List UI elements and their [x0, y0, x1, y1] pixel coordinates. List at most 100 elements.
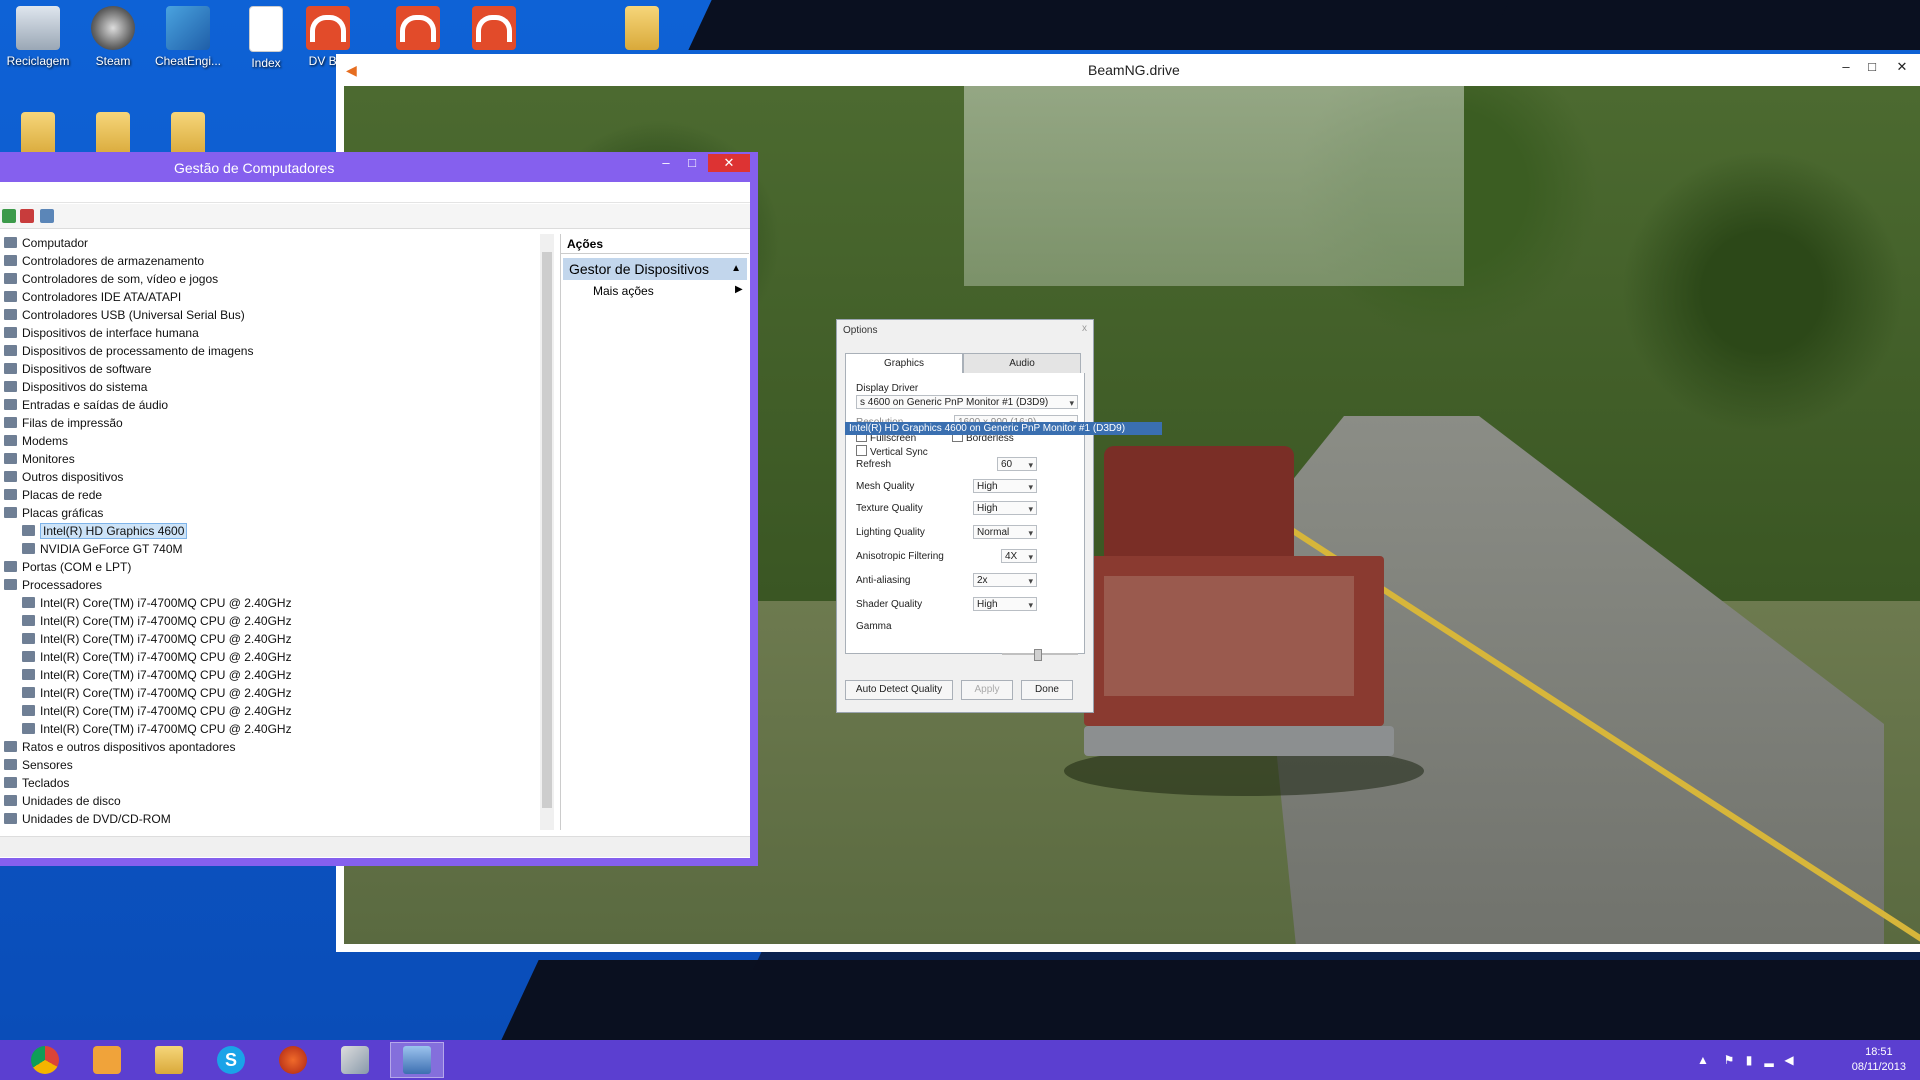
actions-more[interactable]: Mais ações ▶: [593, 284, 743, 298]
desktop-icon-index[interactable]: Index: [230, 2, 302, 70]
truck-bumper: [1084, 726, 1394, 756]
tree-category-item[interactable]: Dispositivos de interface humana: [4, 324, 199, 342]
tree-child-item[interactable]: Intel(R) Core(TM) i7-4700MQ CPU @ 2.40GH…: [22, 612, 292, 630]
tree-child-item[interactable]: NVIDIA GeForce GT 740M: [22, 540, 183, 558]
battery-icon[interactable]: ▮: [1742, 1053, 1756, 1067]
refresh-label: Refresh: [856, 459, 892, 470]
tree-child-item[interactable]: Intel(R) Core(TM) i7-4700MQ CPU @ 2.40GH…: [22, 630, 292, 648]
beamng-titlebar[interactable]: ◀ BeamNG.drive – □ ✕: [336, 54, 1920, 84]
tab-graphics[interactable]: Graphics: [845, 353, 963, 374]
scan-hardware-icon[interactable]: [40, 209, 54, 223]
texture-quality-select[interactable]: High: [973, 501, 1037, 516]
tree-category-item[interactable]: Computador: [4, 234, 88, 252]
taskbar-file-explorer[interactable]: [142, 1042, 196, 1078]
desktop-icon-audio-3[interactable]: [458, 2, 530, 54]
display-driver-select[interactable]: s 4600 on Generic PnP Monitor #1 (D3D9): [856, 395, 1078, 409]
volume-icon[interactable]: ◀: [1782, 1053, 1796, 1067]
beamng-close-button[interactable]: ✕: [1890, 56, 1914, 78]
scrollbar-thumb[interactable]: [542, 252, 552, 808]
tree-category-item[interactable]: Unidades de disco: [4, 792, 121, 810]
tree-item-label: Dispositivos do sistema: [22, 380, 148, 394]
tree-category-item[interactable]: Unidades de DVD/CD-ROM: [4, 810, 171, 828]
tree-child-item[interactable]: Intel(R) Core(TM) i7-4700MQ CPU @ 2.40GH…: [22, 648, 292, 666]
taskbar-network-app[interactable]: [266, 1042, 320, 1078]
tree-child-item[interactable]: Intel(R) Core(TM) i7-4700MQ CPU @ 2.40GH…: [22, 702, 292, 720]
tree-category-item[interactable]: Controladores de armazenamento: [4, 252, 204, 270]
cm-title: Gestão de Computadores: [174, 160, 335, 176]
tree-category-item[interactable]: Outros dispositivos: [4, 468, 123, 486]
taskbar-media-player[interactable]: [80, 1042, 134, 1078]
paint-icon: [341, 1046, 369, 1074]
tree-category-item[interactable]: Modems: [4, 432, 68, 450]
clock[interactable]: 18:51 08/11/2013: [1852, 1045, 1906, 1075]
tree-category-item[interactable]: Entradas e saídas de áudio: [4, 396, 168, 414]
taskbar-computer-management[interactable]: [390, 1042, 444, 1078]
tree-category-item[interactable]: Sensores: [4, 756, 73, 774]
tree-scrollbar[interactable]: [540, 234, 554, 830]
mesh-quality-select[interactable]: High: [973, 479, 1037, 494]
cm-titlebar[interactable]: Gestão de Computadores – □ ✕: [0, 152, 758, 182]
folder-icon: [171, 112, 205, 156]
tree-child-item[interactable]: Intel(R) Core(TM) i7-4700MQ CPU @ 2.40GH…: [22, 666, 292, 684]
tree-child-item[interactable]: Intel(R) Core(TM) i7-4700MQ CPU @ 2.40GH…: [22, 684, 292, 702]
antialiasing-select[interactable]: 2x: [973, 573, 1037, 588]
options-close-button[interactable]: x: [1082, 323, 1087, 334]
beamng-minimize-button[interactable]: –: [1834, 56, 1858, 78]
device-icon: [4, 795, 17, 806]
vsync-checkbox[interactable]: Vertical Sync: [856, 445, 928, 458]
device-icon: [4, 309, 17, 320]
tree-category-item[interactable]: Processadores: [4, 576, 102, 594]
tree-category-item[interactable]: Portas (COM e LPT): [4, 558, 131, 576]
desktop-icon-audio-2[interactable]: [382, 2, 454, 54]
tree-category-item[interactable]: Monitores: [4, 450, 75, 468]
tree-child-item[interactable]: Intel(R) HD Graphics 4600: [22, 522, 188, 540]
taskbar-skype[interactable]: S: [204, 1042, 258, 1078]
auto-detect-quality-button[interactable]: Auto Detect Quality: [845, 680, 953, 700]
cm-close-button[interactable]: ✕: [708, 154, 750, 172]
device-tree[interactable]: Computador Controladores de armazenamento…: [0, 234, 541, 830]
show-hidden-icons-icon[interactable]: ▲: [1696, 1053, 1710, 1067]
taskbar-chrome[interactable]: [18, 1042, 72, 1078]
tab-audio[interactable]: Audio: [963, 353, 1081, 375]
tree-category-item[interactable]: Controladores IDE ATA/ATAPI: [4, 288, 181, 306]
tree-category-item[interactable]: Dispositivos do sistema: [4, 378, 147, 396]
actions-device-manager[interactable]: Gestor de Dispositivos ▲: [563, 258, 747, 280]
refresh-select[interactable]: 60: [997, 457, 1037, 472]
beamng-maximize-button[interactable]: □: [1860, 56, 1884, 78]
done-button[interactable]: Done: [1021, 680, 1073, 700]
device-icon: [4, 507, 17, 518]
tree-category-item[interactable]: Teclados: [4, 774, 69, 792]
device-icon: [4, 345, 17, 356]
network-signal-icon[interactable]: ▂: [1762, 1053, 1776, 1067]
anisotropic-select[interactable]: 4X: [1001, 549, 1037, 564]
tree-child-item[interactable]: Intel(R) Core(TM) i7-4700MQ CPU @ 2.40GH…: [22, 594, 292, 612]
shader-quality-select[interactable]: High: [973, 597, 1037, 612]
tree-category-item[interactable]: Ratos e outros dispositivos apontadores: [4, 738, 235, 756]
device-icon: [4, 489, 17, 500]
update-driver-icon[interactable]: [2, 209, 16, 223]
action-center-icon[interactable]: ⚑: [1722, 1053, 1736, 1067]
tree-category-item[interactable]: Placas de rede: [4, 486, 102, 504]
desktop-icon-steam[interactable]: Steam: [77, 2, 149, 68]
apply-button[interactable]: Apply: [961, 680, 1013, 700]
tree-category-item[interactable]: Dispositivos de processamento de imagens: [4, 342, 253, 360]
display-driver-dropdown-item[interactable]: Intel(R) HD Graphics 4600 on Generic PnP…: [845, 422, 1162, 435]
tree-category-item[interactable]: Controladores de som, vídeo e jogos: [4, 270, 218, 288]
uninstall-device-icon[interactable]: [20, 209, 34, 223]
cm-minimize-button[interactable]: –: [654, 154, 678, 172]
desktop-icon-recycle-bin[interactable]: Reciclagem: [2, 2, 74, 68]
taskbar-paint[interactable]: [328, 1042, 382, 1078]
gamma-slider-knob[interactable]: [1034, 649, 1042, 661]
tree-category-item[interactable]: Controladores USB (Universal Serial Bus): [4, 306, 245, 324]
gamma-slider[interactable]: [1002, 649, 1078, 661]
desktop-icon-folder-top[interactable]: [606, 2, 678, 54]
tree-category-item[interactable]: Dispositivos de software: [4, 360, 151, 378]
tree-category-item[interactable]: Filas de impressão: [4, 414, 123, 432]
lighting-quality-select[interactable]: Normal: [973, 525, 1037, 540]
tree-category-item[interactable]: Placas gráficas: [4, 504, 103, 522]
collapse-up-icon[interactable]: ▲: [731, 258, 741, 280]
folder-icon: [96, 112, 130, 156]
cm-maximize-button[interactable]: □: [680, 154, 704, 172]
desktop-icon-cheatengine[interactable]: CheatEngi...: [152, 2, 224, 68]
tree-child-item[interactable]: Intel(R) Core(TM) i7-4700MQ CPU @ 2.40GH…: [22, 720, 292, 738]
